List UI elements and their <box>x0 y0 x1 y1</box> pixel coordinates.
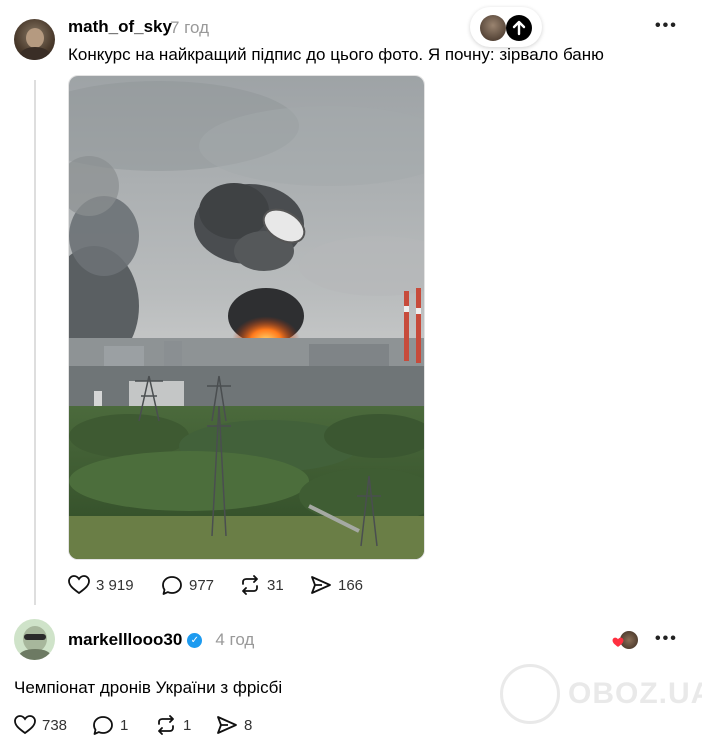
thread-line <box>34 80 36 605</box>
heart-icon <box>68 575 90 595</box>
share-count: 8 <box>244 716 253 734</box>
more-options-icon[interactable]: ••• <box>655 630 678 648</box>
comment-count: 977 <box>189 577 215 594</box>
like-count: 3 919 <box>96 576 134 594</box>
post-time: 4 год <box>215 630 255 649</box>
more-options-icon[interactable]: ••• <box>655 17 678 35</box>
post-header: markelllooo30 ✓ 4 год <box>68 630 254 650</box>
repost-count: 1 <box>183 716 192 734</box>
repost-icon <box>158 715 174 735</box>
comment-bubble-icon <box>162 576 182 595</box>
avatar[interactable] <box>14 619 55 660</box>
send-icon <box>311 576 331 594</box>
username[interactable]: math_of_sky <box>68 17 172 37</box>
post-image[interactable] <box>68 75 425 560</box>
send-icon <box>217 716 237 734</box>
new-posts-pill[interactable] <box>470 7 542 47</box>
comment-button[interactable]: 977 <box>161 575 214 596</box>
avatar[interactable] <box>14 19 55 60</box>
share-count: 166 <box>338 576 364 594</box>
repost-count: 31 <box>267 576 284 594</box>
share-button[interactable]: 166 <box>310 575 363 595</box>
heart-icon <box>14 715 36 735</box>
comment-count: 1 <box>120 717 129 734</box>
heart-icon <box>612 637 624 647</box>
username[interactable]: markelllooo30 <box>68 630 182 650</box>
comment-button[interactable]: 1 <box>92 715 128 736</box>
repost-button[interactable]: 1 <box>155 715 191 735</box>
repost-icon <box>242 575 258 595</box>
post-text: Конкурс на найкращий підпис до цього фот… <box>68 45 604 64</box>
globe-icon <box>500 664 560 724</box>
repost-button[interactable]: 31 <box>239 575 284 595</box>
arrow-up-icon <box>506 15 532 41</box>
like-count: 738 <box>42 716 68 734</box>
post-text: Чемпіонат дронів України з фрісбі <box>14 678 283 697</box>
post-time: 7 год <box>170 18 210 37</box>
like-button[interactable]: 738 <box>14 715 67 735</box>
avatar <box>480 15 506 41</box>
verified-badge-icon: ✓ <box>187 632 203 648</box>
comment-bubble-icon <box>93 716 113 735</box>
share-button[interactable]: 8 <box>216 715 252 735</box>
reaction-avatar <box>612 631 638 651</box>
like-button[interactable]: 3 919 <box>68 575 134 595</box>
watermark: OBOZ.UA <box>500 664 702 724</box>
